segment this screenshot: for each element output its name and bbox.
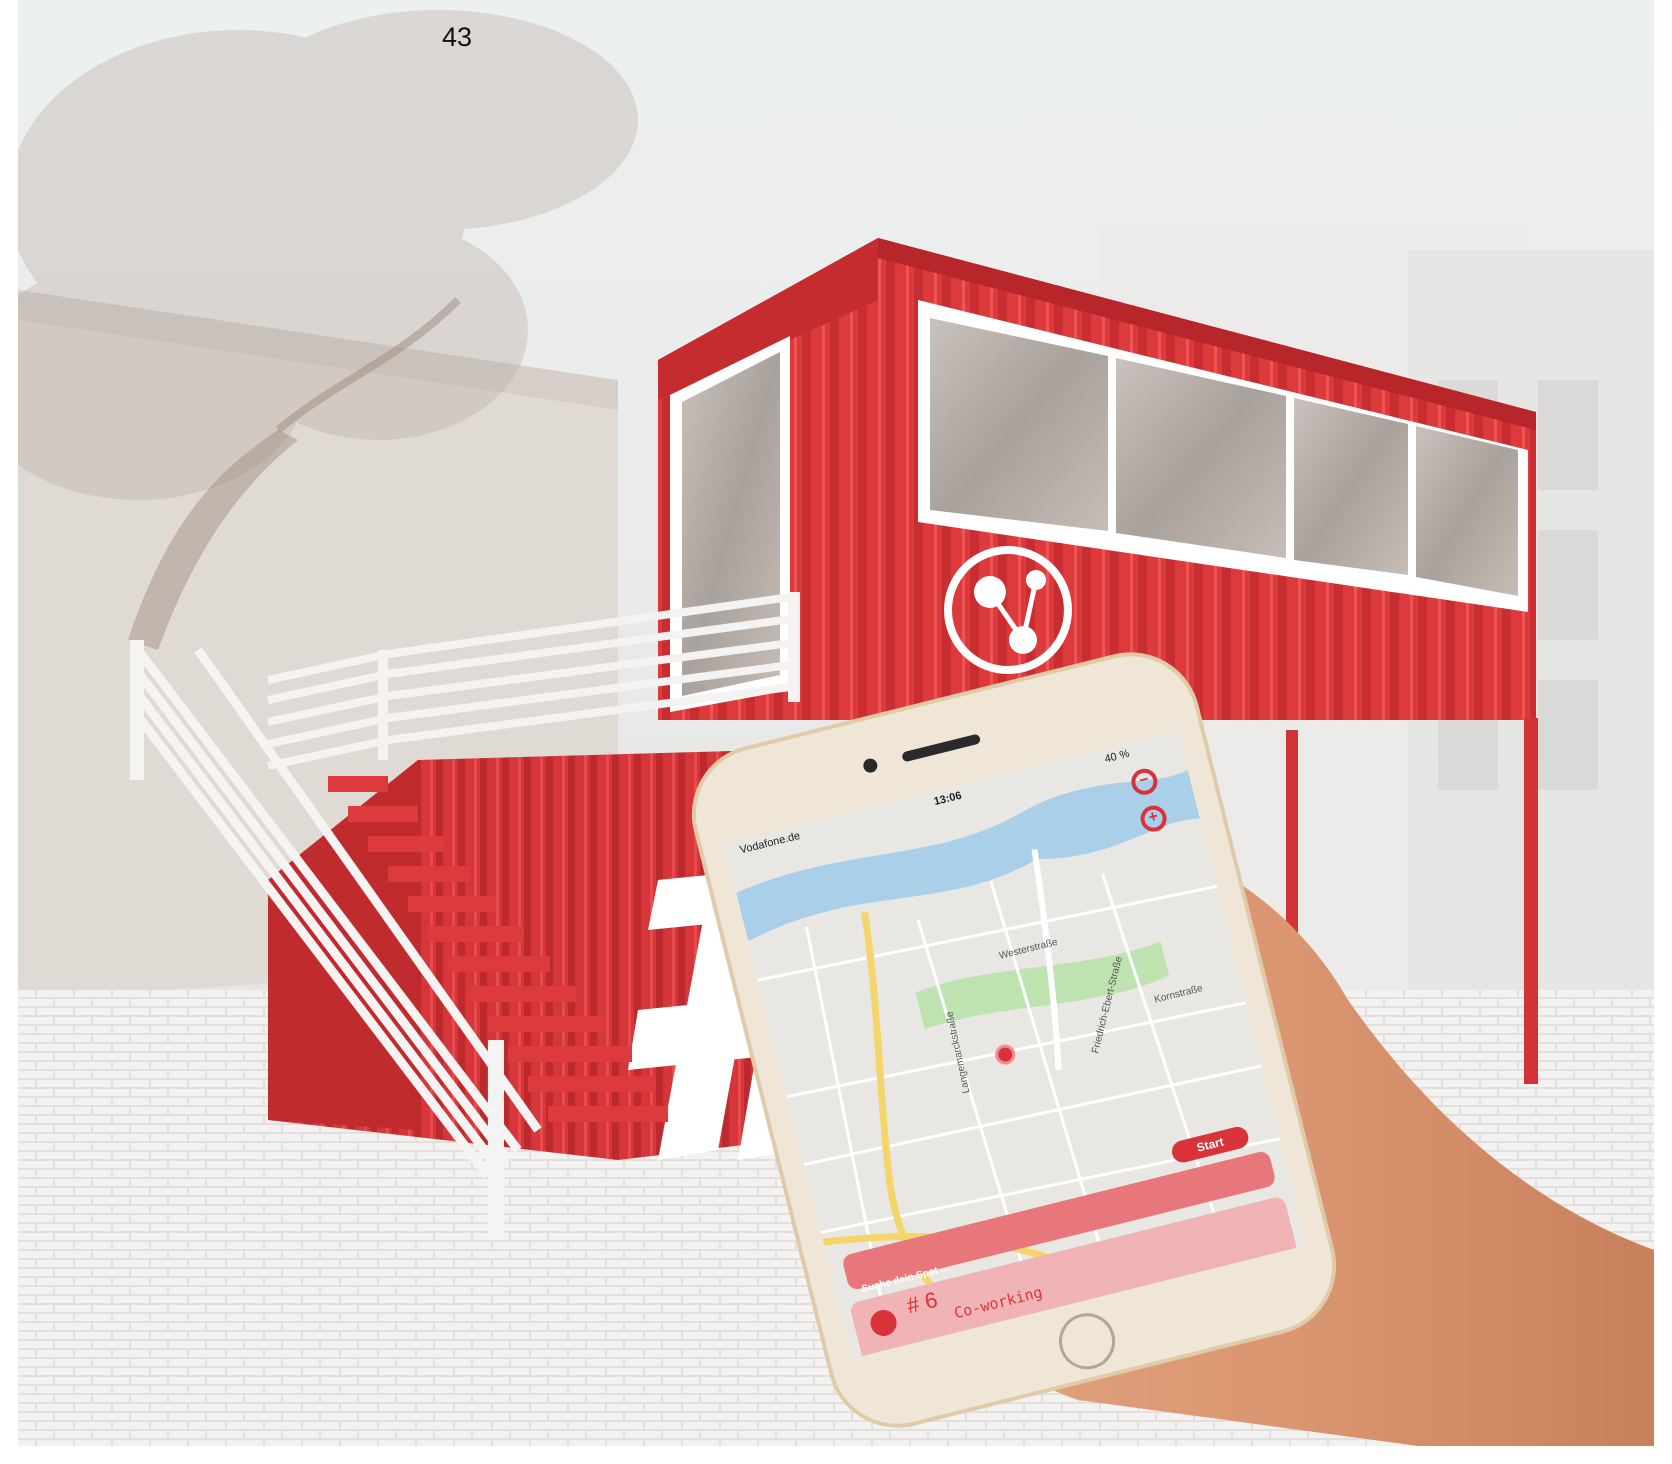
artwork: Vodafone.de 13:06 40 % Westerstraße Lang… [18,0,1654,1446]
spot-number: # 6 [904,1286,940,1319]
page-number: 43 [442,22,473,52]
scene: Vodafone.de 13:06 40 % Westerstraße Lang… [0,0,1672,1464]
network-logo-icon [867,1307,900,1339]
clock-label: 13:06 [932,789,963,809]
battery-label: 40 % [1103,747,1131,766]
